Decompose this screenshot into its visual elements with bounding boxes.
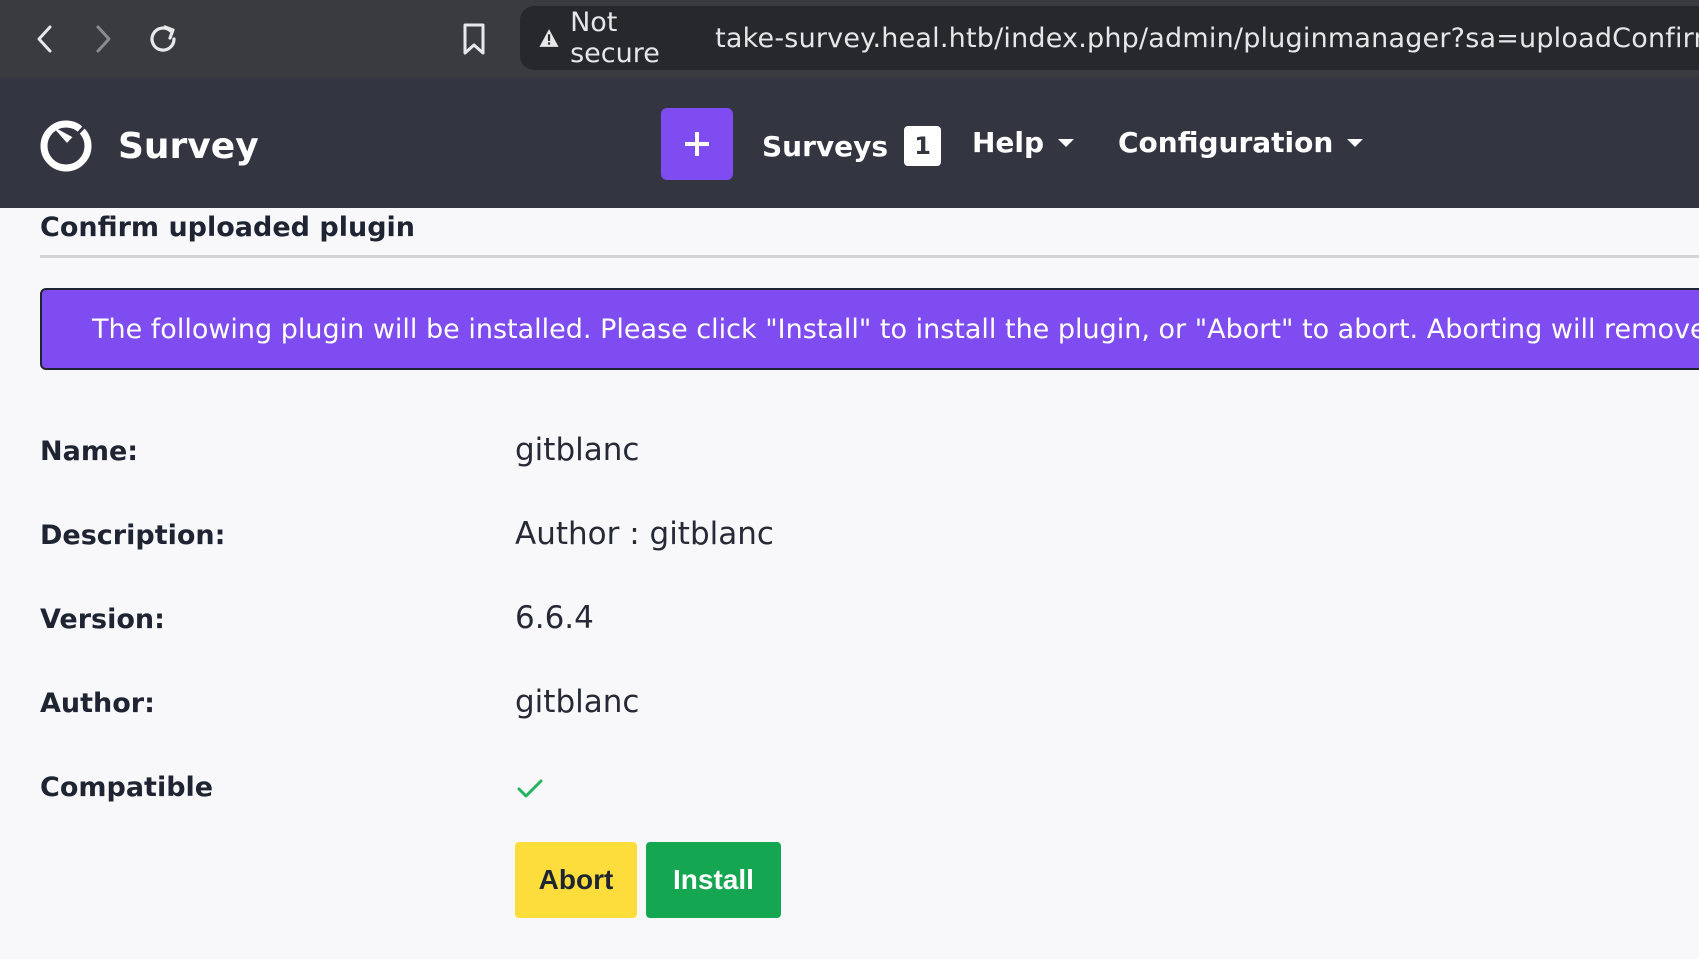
reload-button[interactable] [142,18,184,60]
checkmark-icon [517,778,543,804]
survey-logo-icon [40,108,102,172]
version-value: 6.6.4 [515,600,594,636]
name-label: Name: [40,436,139,467]
description-label: Description: [40,520,226,551]
plugin-version-row: Version: 6.6.4 [40,596,1240,646]
brand-logo-link[interactable]: Survey [38,106,259,176]
info-alert: The following plugin will be installed. … [40,288,1699,370]
plus-icon [685,132,709,156]
name-value: gitblanc [515,432,640,468]
description-value: Author : gitblanc [515,516,774,552]
menu-configuration-label: Configuration [1118,126,1334,159]
security-label: Not secure [570,7,660,69]
author-value: gitblanc [515,684,640,720]
address-bar[interactable]: Not secure take-survey.heal.htb/index.ph… [520,6,1699,70]
url-text[interactable]: take-survey.heal.htb/index.php/admin/plu… [715,23,1699,54]
forward-button[interactable] [82,18,124,60]
chevron-left-icon [37,25,52,53]
plugin-compatible-row: Compatible [40,764,1240,814]
plugin-description-row: Description: Author : gitblanc [40,512,1240,562]
create-survey-button[interactable] [661,108,733,180]
surveys-count-badge: 1 [904,126,942,166]
abort-button[interactable]: Abort [515,842,637,918]
reload-icon [150,25,176,52]
caret-down-icon [1058,138,1075,147]
caret-down-icon [1347,138,1364,147]
plugin-name-row: Name: gitblanc [40,428,1240,478]
alert-message: The following plugin will be installed. … [92,313,1699,345]
brand-name: Survey [118,125,259,167]
author-label: Author: [40,688,155,719]
version-label: Version: [40,604,165,635]
page-title: Confirm uploaded plugin [40,212,415,243]
menu-help-label: Help [972,126,1045,159]
security-indicator[interactable]: Not secure [538,7,677,69]
compatible-label: Compatible [40,772,214,803]
title-divider [40,255,1699,258]
chevron-right-icon [96,25,111,53]
browser-toolbar: Not secure take-survey.heal.htb/index.ph… [0,0,1699,78]
plugin-author-row: Author: gitblanc [40,680,1240,730]
bookmark-button[interactable] [453,18,495,60]
menu-configuration[interactable]: Configuration [1118,126,1364,159]
menu-surveys[interactable]: Surveys 1 [762,126,942,166]
app-header: Survey Surveys 1 Help Configuration [0,78,1699,208]
warning-triangle-icon [539,29,559,47]
install-button[interactable]: Install [646,842,781,918]
menu-help[interactable]: Help [972,126,1075,159]
menu-surveys-label: Surveys [762,129,889,163]
back-button[interactable] [24,18,66,60]
bookmark-icon [463,23,485,55]
